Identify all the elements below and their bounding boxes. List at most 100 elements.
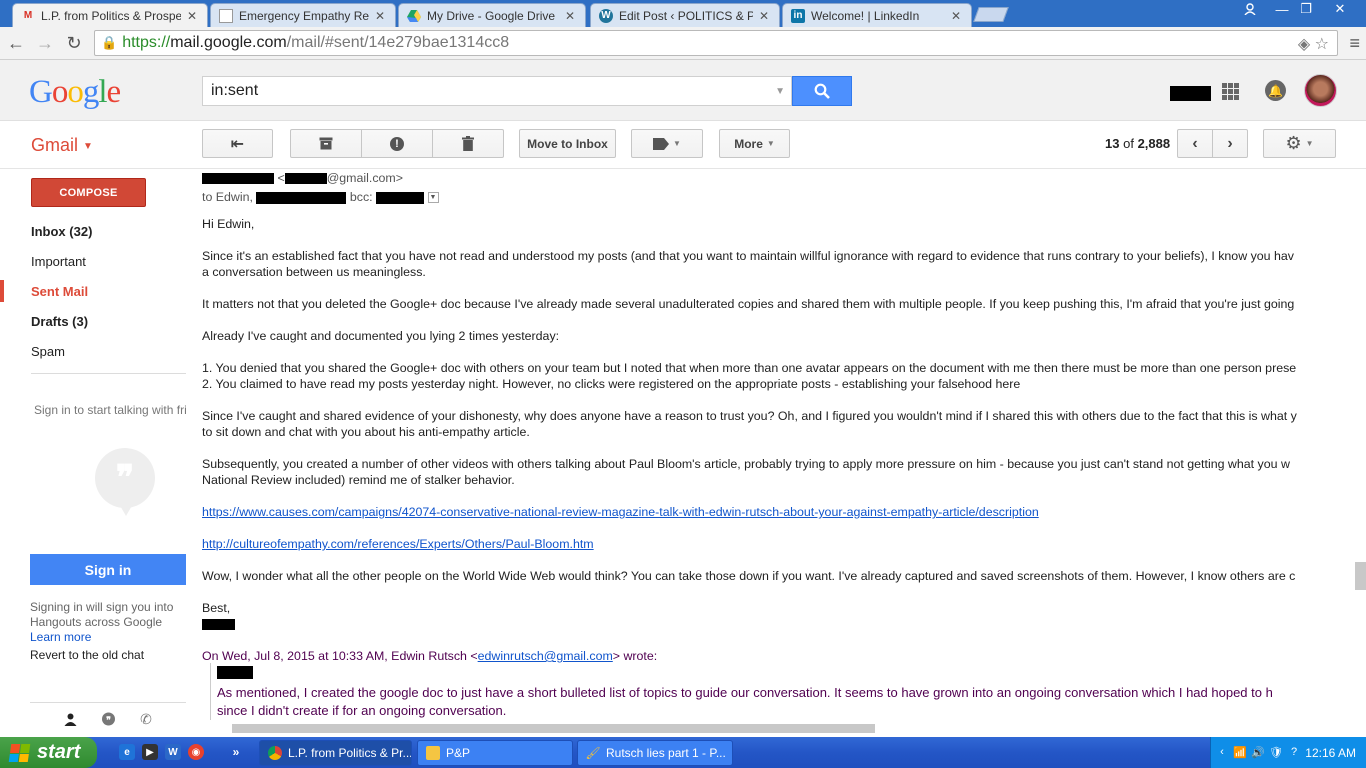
- redacted-sender-name: [202, 173, 274, 185]
- lock-icon: 🔒: [101, 35, 118, 50]
- delete-button[interactable]: [432, 129, 504, 158]
- volume-icon[interactable]: 🔊: [1251, 745, 1265, 759]
- taskbar-item-label: Rutsch lies part 1 - P...: [606, 746, 726, 760]
- older-button[interactable]: ›: [1212, 129, 1248, 158]
- move-to-inbox-button[interactable]: Move to Inbox: [519, 129, 616, 158]
- label-tag-icon: [653, 137, 670, 150]
- tab-title: Welcome! | LinkedIn: [811, 8, 920, 23]
- window-close-icon[interactable]: ✕: [1326, 0, 1354, 18]
- search-input[interactable]: in:sent ▼: [202, 76, 792, 106]
- browser-tab-linkedin[interactable]: in Welcome! | LinkedIn ✕: [782, 3, 972, 27]
- avatar[interactable]: [1304, 74, 1337, 107]
- url-host: mail.google.com: [170, 34, 287, 51]
- selected-indicator: [0, 280, 4, 302]
- reload-icon[interactable]: ↻: [63, 32, 85, 54]
- sign-in-button[interactable]: Sign in: [30, 554, 186, 585]
- settings-button[interactable]: ⚙ ▼: [1263, 129, 1336, 158]
- sidebar-item-drafts[interactable]: Drafts (3): [31, 314, 88, 329]
- sidebar-item-spam[interactable]: Spam: [31, 344, 65, 359]
- notifications-bell-icon[interactable]: 🔔: [1265, 80, 1286, 101]
- horizontal-scrollbar[interactable]: [232, 724, 875, 733]
- archive-button[interactable]: [290, 129, 362, 158]
- quoted-line-1: As mentioned, I created the google doc t…: [217, 685, 1273, 700]
- message-view: < @gmail.com> to Edwin, bcc: ▼ Hi Edwin, …: [202, 170, 1350, 734]
- causes-campaign-link[interactable]: https://www.causes.com/campaigns/42074-c…: [202, 504, 1039, 520]
- phone-icon[interactable]: ✆: [134, 709, 158, 729]
- user-icon[interactable]: [1236, 0, 1264, 18]
- tray-expand-icon[interactable]: ‹: [1215, 745, 1229, 759]
- browser-menu-icon[interactable]: ≡: [1349, 33, 1360, 54]
- redacted-quoted-name: [217, 663, 1350, 684]
- vertical-scrollbar[interactable]: [1355, 562, 1366, 590]
- labels-button[interactable]: ▼: [631, 129, 703, 158]
- more-button[interactable]: More ▼: [719, 129, 790, 158]
- newer-button[interactable]: ‹: [1177, 129, 1213, 158]
- google-logo[interactable]: Google: [29, 74, 121, 111]
- chevron-down-icon: ▼: [673, 139, 681, 148]
- taskbar-item-chrome[interactable]: L.P. from Politics & Pr...: [259, 740, 412, 766]
- browser-tab-wordpress[interactable]: W Edit Post ‹ POLITICS & PROSPERITY ✕: [590, 3, 780, 27]
- taskbar-item-folder[interactable]: P&P: [417, 740, 573, 766]
- sidebar-item-inbox[interactable]: Inbox (32): [31, 224, 92, 239]
- back-to-sent-button[interactable]: ⇤: [202, 129, 273, 158]
- media-player-icon[interactable]: ▶: [142, 744, 158, 760]
- close-icon[interactable]: ✕: [185, 9, 199, 23]
- hangouts-quote-icon[interactable]: ❞: [96, 709, 120, 729]
- taskbar-item-paint[interactable]: 🖌 Rutsch lies part 1 - P...: [577, 740, 733, 766]
- close-icon[interactable]: ✕: [757, 9, 771, 23]
- search-options-caret-icon[interactable]: ▼: [775, 86, 785, 97]
- quoted-sender-email-link[interactable]: edwinrutsch@gmail.com: [478, 649, 613, 663]
- gmail-menu[interactable]: Gmail ▼: [31, 135, 93, 156]
- contacts-person-icon[interactable]: [58, 709, 82, 729]
- message-list-item-2: 2. You claimed to have read my posts yes…: [202, 377, 1021, 391]
- report-spam-button[interactable]: !: [361, 129, 433, 158]
- message-paragraph-5a: Since I've caught and shared evidence of…: [202, 409, 1297, 423]
- message-paragraph-6a: Subsequently, you created a number of ot…: [202, 457, 1290, 471]
- culture-of-empathy-link[interactable]: http://cultureofempathy.com/references/E…: [202, 536, 594, 552]
- word-icon[interactable]: W: [165, 744, 181, 760]
- signin-description: Signing in will sign you into Hangouts a…: [30, 600, 174, 629]
- chrome-quicklaunch-icon[interactable]: ◉: [188, 744, 204, 760]
- search-button[interactable]: [792, 76, 852, 106]
- wordpress-icon: W: [599, 8, 613, 23]
- security-shield-icon[interactable]: 🛡: [1269, 745, 1283, 759]
- browser-tab-gmail[interactable]: M L.P. from Politics & Prosperity ✕: [12, 3, 208, 27]
- tab-title: Emergency Empathy Response: [239, 8, 369, 23]
- sidebar-item-important[interactable]: Important: [31, 254, 86, 269]
- taskbar-item-label: P&P: [446, 746, 471, 760]
- internet-explorer-icon[interactable]: e: [119, 744, 135, 760]
- bookmark-star-icon[interactable]: ☆: [1315, 36, 1329, 53]
- learn-more-link[interactable]: Learn more: [30, 630, 91, 644]
- restore-icon[interactable]: ❐: [1292, 0, 1320, 18]
- new-tab-button[interactable]: [973, 7, 1009, 22]
- quicklaunch-overflow-icon[interactable]: »: [228, 744, 244, 760]
- pager-count: 13 of 2,888: [1105, 136, 1170, 151]
- close-icon[interactable]: ✕: [949, 9, 963, 23]
- close-icon[interactable]: ✕: [373, 9, 387, 23]
- browser-tab-bar: M L.P. from Politics & Prosperity ✕ Emer…: [0, 0, 1366, 27]
- drive-icon: [407, 9, 421, 23]
- taskbar-item-label: L.P. from Politics & Pr...: [288, 746, 412, 760]
- browser-tab-drive[interactable]: My Drive - Google Drive ✕: [398, 3, 586, 27]
- message-recipients[interactable]: to Edwin, bcc: ▼: [202, 189, 439, 205]
- help-icon[interactable]: ?: [1287, 745, 1301, 759]
- search-icon: [814, 83, 830, 99]
- back-icon[interactable]: ←: [5, 32, 27, 54]
- start-label: start: [37, 741, 81, 763]
- start-button[interactable]: start: [0, 737, 97, 768]
- browser-tab-empathy[interactable]: Emergency Empathy Response ✕: [210, 3, 396, 27]
- close-icon[interactable]: ✕: [563, 9, 577, 23]
- revert-old-chat-link[interactable]: Revert to the old chat: [30, 648, 144, 662]
- network-icon[interactable]: 📶: [1233, 745, 1247, 759]
- compose-button[interactable]: COMPOSE: [31, 178, 146, 207]
- address-bar[interactable]: 🔒 https://mail.google.com/mail/#sent/14e…: [94, 30, 1338, 56]
- tab-title: Edit Post ‹ POLITICS & PROSPERITY: [619, 8, 753, 23]
- extension-icon[interactable]: ◈: [1298, 36, 1310, 53]
- sidebar-item-sent-mail[interactable]: Sent Mail: [31, 284, 88, 299]
- gmail-toolbar: Gmail ▼ ⇤ ! Move to Inbox ▼ More ▼ 13 of …: [0, 121, 1366, 169]
- chevron-left-icon: ‹: [1192, 134, 1198, 152]
- clock[interactable]: 12:16 AM: [1305, 746, 1356, 760]
- forward-icon[interactable]: →: [34, 32, 56, 54]
- details-dropdown-icon[interactable]: ▼: [427, 192, 439, 204]
- apps-grid-icon[interactable]: [1222, 83, 1239, 100]
